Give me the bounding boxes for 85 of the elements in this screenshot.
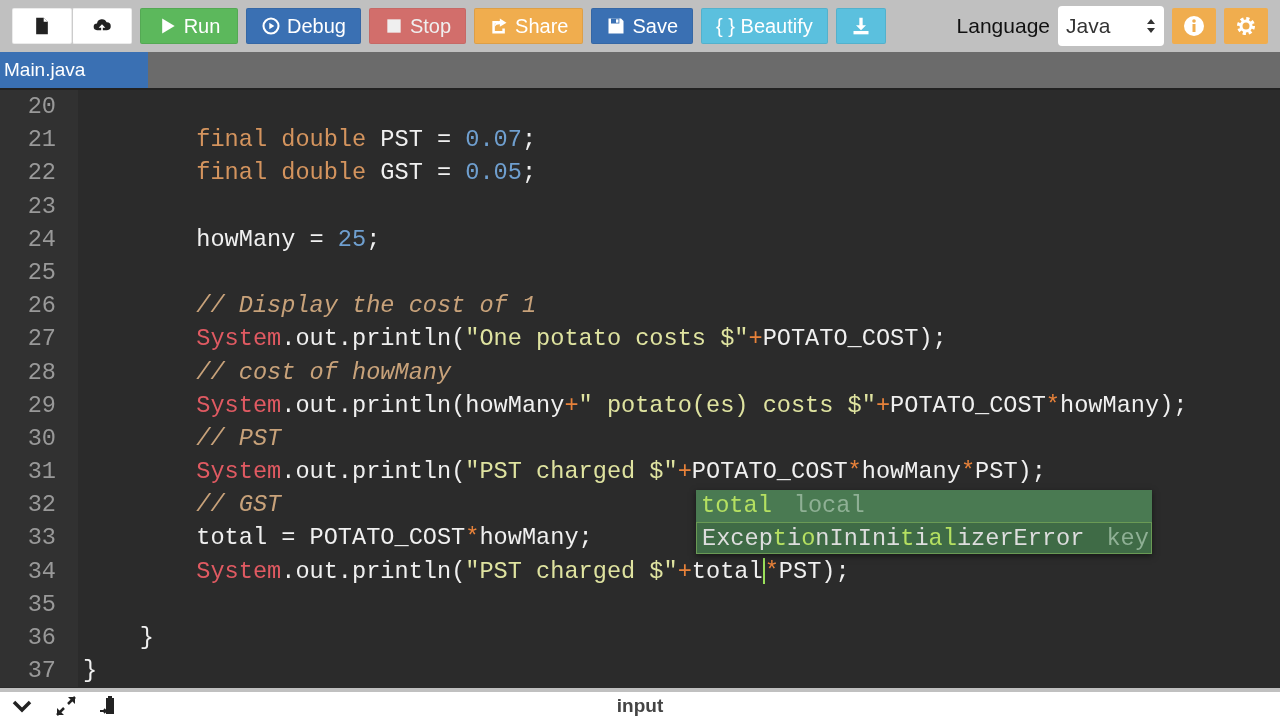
line-number: 28 xyxy=(0,355,78,389)
code-token: * xyxy=(960,458,976,486)
cloud-upload-button[interactable] xyxy=(72,8,132,44)
line-number: 35 xyxy=(0,587,78,621)
language-select[interactable]: Java xyxy=(1058,6,1164,46)
code-token: ; xyxy=(521,159,537,187)
code-token: 0.07 xyxy=(465,126,522,154)
line-number: 21 xyxy=(0,123,78,157)
toolbar-button[interactable]: Debug xyxy=(246,8,361,44)
code-token: * xyxy=(1045,391,1060,419)
code-token: + xyxy=(677,458,692,486)
code-token: total xyxy=(691,557,763,585)
code-token: * xyxy=(465,524,480,552)
code-token: } xyxy=(138,624,154,651)
line-number: 32 xyxy=(0,488,78,522)
line-number: 33 xyxy=(0,521,78,555)
save-icon xyxy=(606,16,627,36)
code-token: GST = xyxy=(379,159,453,187)
line-number: 36 xyxy=(0,621,78,655)
toolbar-button[interactable]: Save xyxy=(591,8,694,44)
info-icon xyxy=(1182,14,1206,38)
line-number: 26 xyxy=(0,289,78,323)
expand-icon xyxy=(54,694,78,718)
code-token: .out.println( xyxy=(281,557,466,585)
line-number: 29 xyxy=(0,388,78,422)
toolbar-button[interactable]: Run xyxy=(140,8,238,44)
settings-icon xyxy=(1234,14,1258,38)
code-token: "PST charged $" xyxy=(465,458,678,486)
code-token: PST); xyxy=(975,458,1046,486)
code-token: * xyxy=(764,557,779,585)
code-token: final double xyxy=(195,126,367,154)
code-token: // cost of howMany xyxy=(195,358,452,386)
code-token: PST = xyxy=(379,126,453,154)
code-token: // PST xyxy=(195,424,282,452)
code-token: howMany = xyxy=(195,225,325,253)
code-token: PST); xyxy=(778,557,850,585)
code-token: final double xyxy=(195,159,367,187)
code-token: + xyxy=(875,391,891,419)
file-button[interactable] xyxy=(12,8,72,44)
code-token: POTATO_COST xyxy=(691,458,848,486)
line-number: 22 xyxy=(0,156,78,190)
code-token: System xyxy=(195,325,282,353)
code-token: * xyxy=(847,458,862,486)
line-number: 30 xyxy=(0,421,78,456)
code-token: } xyxy=(83,657,98,685)
code-token: // Display the cost of 1 xyxy=(195,292,537,320)
code-token: "PST charged $" xyxy=(465,557,678,585)
code-token: System xyxy=(195,458,282,486)
code-token: ; xyxy=(521,126,537,154)
play-circle-icon xyxy=(261,16,281,36)
line-number: 23 xyxy=(0,189,78,223)
sort-arrows-icon xyxy=(1146,18,1156,34)
code-token: howMany xyxy=(861,458,961,486)
code-token: .out.println( xyxy=(281,325,466,353)
line-number: 34 xyxy=(0,554,78,588)
line-number: 20 xyxy=(0,90,78,124)
code-token: .out.println( xyxy=(281,458,466,486)
file-tab[interactable]: Main.java xyxy=(0,52,148,88)
expand-button[interactable] xyxy=(54,694,78,718)
code-token: + xyxy=(748,325,763,353)
language-label: Language xyxy=(956,13,1050,40)
code-token: // GST xyxy=(195,491,282,519)
code-token: System xyxy=(195,557,282,585)
code-token: System xyxy=(195,391,282,419)
code-token: .out.println(howMany xyxy=(281,391,565,419)
suggestion-item[interactable]: ExceptionInInitializerError key xyxy=(696,522,1152,554)
code-token: + xyxy=(564,391,579,419)
code-token: 0.05 xyxy=(465,159,522,187)
suggestion-item[interactable]: total local xyxy=(696,490,1152,522)
line-number: 25 xyxy=(0,255,78,290)
code-token: howMany; xyxy=(479,524,593,552)
code-token: " potato(es) costs $" xyxy=(578,391,876,419)
input-label: input xyxy=(616,694,664,716)
line-number: 37 xyxy=(0,654,78,688)
line-number: 27 xyxy=(0,322,78,356)
code-token: 25 xyxy=(337,225,367,253)
line-number: 24 xyxy=(0,222,78,256)
line-number: 31 xyxy=(0,455,78,489)
code-token: ; xyxy=(366,225,381,253)
code-token: POTATO_COST); xyxy=(762,325,947,353)
code-token: + xyxy=(677,557,692,585)
code-token: total = POTATO_COST xyxy=(195,524,466,552)
code-token: howMany); xyxy=(1060,391,1188,419)
code-token: POTATO_COST xyxy=(890,391,1046,419)
code-token: "One potato costs $" xyxy=(465,325,749,353)
